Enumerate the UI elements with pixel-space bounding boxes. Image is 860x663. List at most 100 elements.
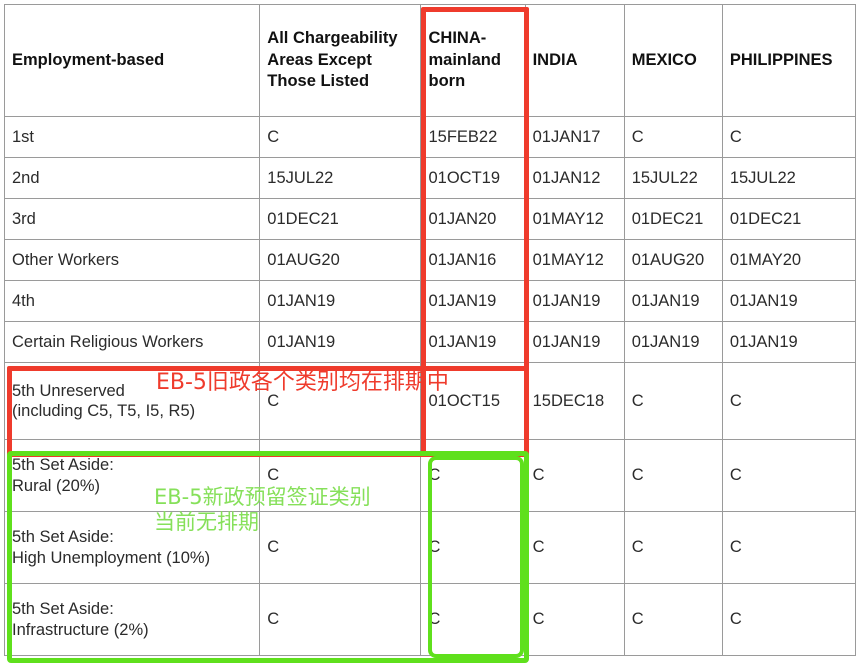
cell-mexico: C [623,439,723,512]
table-row: 5th Set Aside: Infrastructure (2%) C C C… [3,583,857,656]
cell-philippines: C [721,362,857,440]
date-value: C [428,610,441,629]
date-value: C [267,127,280,146]
date-value: 15JUL22 [729,168,796,187]
date-value: 01JAN12 [532,168,601,187]
date-value: C [428,538,441,557]
table-row: 5th Unreserved (including C5, T5, I5, R5… [3,362,857,440]
cell-india: 01JAN12 [524,157,625,199]
cell-india: 15DEC18 [524,362,625,440]
date-value: 01MAY20 [729,250,802,269]
cell-philippines: 01DEC21 [721,198,857,240]
category-label: 1st [12,127,35,146]
category-label: 3rd [12,209,36,228]
cell-all-areas: C [259,583,422,656]
cell-china: 01JAN19 [420,280,526,322]
cell-mexico: 01AUG20 [623,239,723,281]
cell-mexico: C [623,583,723,656]
category-label-line1: 5th Set Aside: [12,456,114,475]
header-label-all-areas-line2: Areas Except [267,50,372,69]
cell-china: 01JAN19 [420,321,526,363]
header-label-china-line2: mainland [428,50,501,69]
date-value: 01JAN19 [631,332,700,351]
visa-bulletin-sheet: Employment-based All Chargeability Areas… [3,4,857,663]
date-value: 01JAN16 [428,250,497,269]
header-label-china-line1: CHINA- [428,29,487,48]
category-label: Other Workers [12,250,119,269]
date-value: 01JAN20 [428,209,497,228]
date-value: 01AUG20 [267,250,340,269]
cell-mexico: C [623,511,723,584]
cell-category: 4th [3,280,261,322]
employment-based-visa-bulletin-table: Employment-based All Chargeability Areas… [3,4,857,656]
date-value: C [729,538,742,557]
cell-china: 01JAN20 [420,198,526,240]
cell-philippines: C [721,583,857,656]
cell-all-areas: 01JAN19 [259,280,422,322]
cell-mexico: C [623,116,723,158]
date-value: 01OCT15 [428,391,501,410]
cell-category: 3rd [3,198,261,240]
cell-category: 1st [3,116,261,158]
category-label-line1: 5th Set Aside: [12,600,114,619]
category-label-line2: High Unemployment (10%) [12,548,211,567]
category-label: 4th [12,291,35,310]
date-value: 01JAN19 [428,332,497,351]
cell-all-areas: 15JUL22 [259,157,422,199]
date-value: 01JAN19 [267,291,336,310]
cell-mexico: C [623,362,723,440]
table-header-row: Employment-based All Chargeability Areas… [3,4,857,117]
cell-philippines: C [721,116,857,158]
table-row: 1st C 15FEB22 01JAN17 C C [3,116,857,158]
cell-china: 01OCT19 [420,157,526,199]
table-row: Other Workers 01AUG20 01JAN16 01MAY12 01… [3,239,857,281]
header-label-china-line3: born [428,72,466,91]
date-value: 01DEC21 [267,209,339,228]
column-header-mexico: MEXICO [623,4,723,117]
date-value: C [267,466,280,485]
category-label-line2: Rural (20%) [12,476,101,495]
header-label-all-areas-line3: Those Listed [267,72,370,91]
date-value: C [729,127,742,146]
date-value: C [631,466,644,485]
cell-mexico: 15JUL22 [623,157,723,199]
cell-india: 01MAY12 [524,239,625,281]
cell-category: Certain Religious Workers [3,321,261,363]
table-row: 2nd 15JUL22 01OCT19 01JAN12 15JUL22 15JU… [3,157,857,199]
cell-china: 01OCT15 [420,362,526,440]
cell-china: 15FEB22 [420,116,526,158]
date-value: 01MAY12 [532,250,604,269]
date-value: 01JAN19 [631,291,700,310]
date-value: 01JAN19 [729,291,798,310]
cell-all-areas: 01JAN19 [259,321,422,363]
date-value: C [267,391,280,410]
cell-philippines: 01JAN19 [721,321,857,363]
cell-mexico: 01DEC21 [623,198,723,240]
cell-category: 5th Set Aside: High Unemployment (10%) [3,511,261,584]
cell-category: 5th Set Aside: Infrastructure (2%) [3,583,261,656]
date-value: 01JAN19 [532,332,601,351]
date-value: C [267,610,280,629]
table-row: 5th Set Aside: High Unemployment (10%) C… [3,511,857,584]
column-header-philippines: PHILIPPINES [721,4,857,117]
header-label-employment-based: Employment-based [12,50,165,69]
date-value: C [729,610,742,629]
category-label: 2nd [12,168,40,187]
category-label-line1: 5th Unreserved [12,381,125,400]
column-header-all-chargeability-areas: All Chargeability Areas Except Those Lis… [259,4,422,117]
category-label-line2: (including C5, T5, I5, R5) [12,402,196,420]
date-value: 01JAN19 [428,291,497,310]
category-label-line1: 5th Set Aside: [12,528,114,547]
date-value: 01MAY12 [532,209,604,228]
table-row: 5th Set Aside: Rural (20%) C C C C C [3,439,857,512]
date-value: C [729,466,742,485]
date-value: C [428,466,441,485]
header-label-india: INDIA [532,50,578,69]
date-value: C [532,466,545,485]
cell-philippines: C [721,439,857,512]
date-value: 01JAN17 [532,127,601,146]
cell-china: C [420,511,526,584]
cell-mexico: 01JAN19 [623,321,723,363]
date-value: 01JAN19 [267,332,336,351]
cell-category: 5th Unreserved (including C5, T5, I5, R5… [3,362,261,440]
